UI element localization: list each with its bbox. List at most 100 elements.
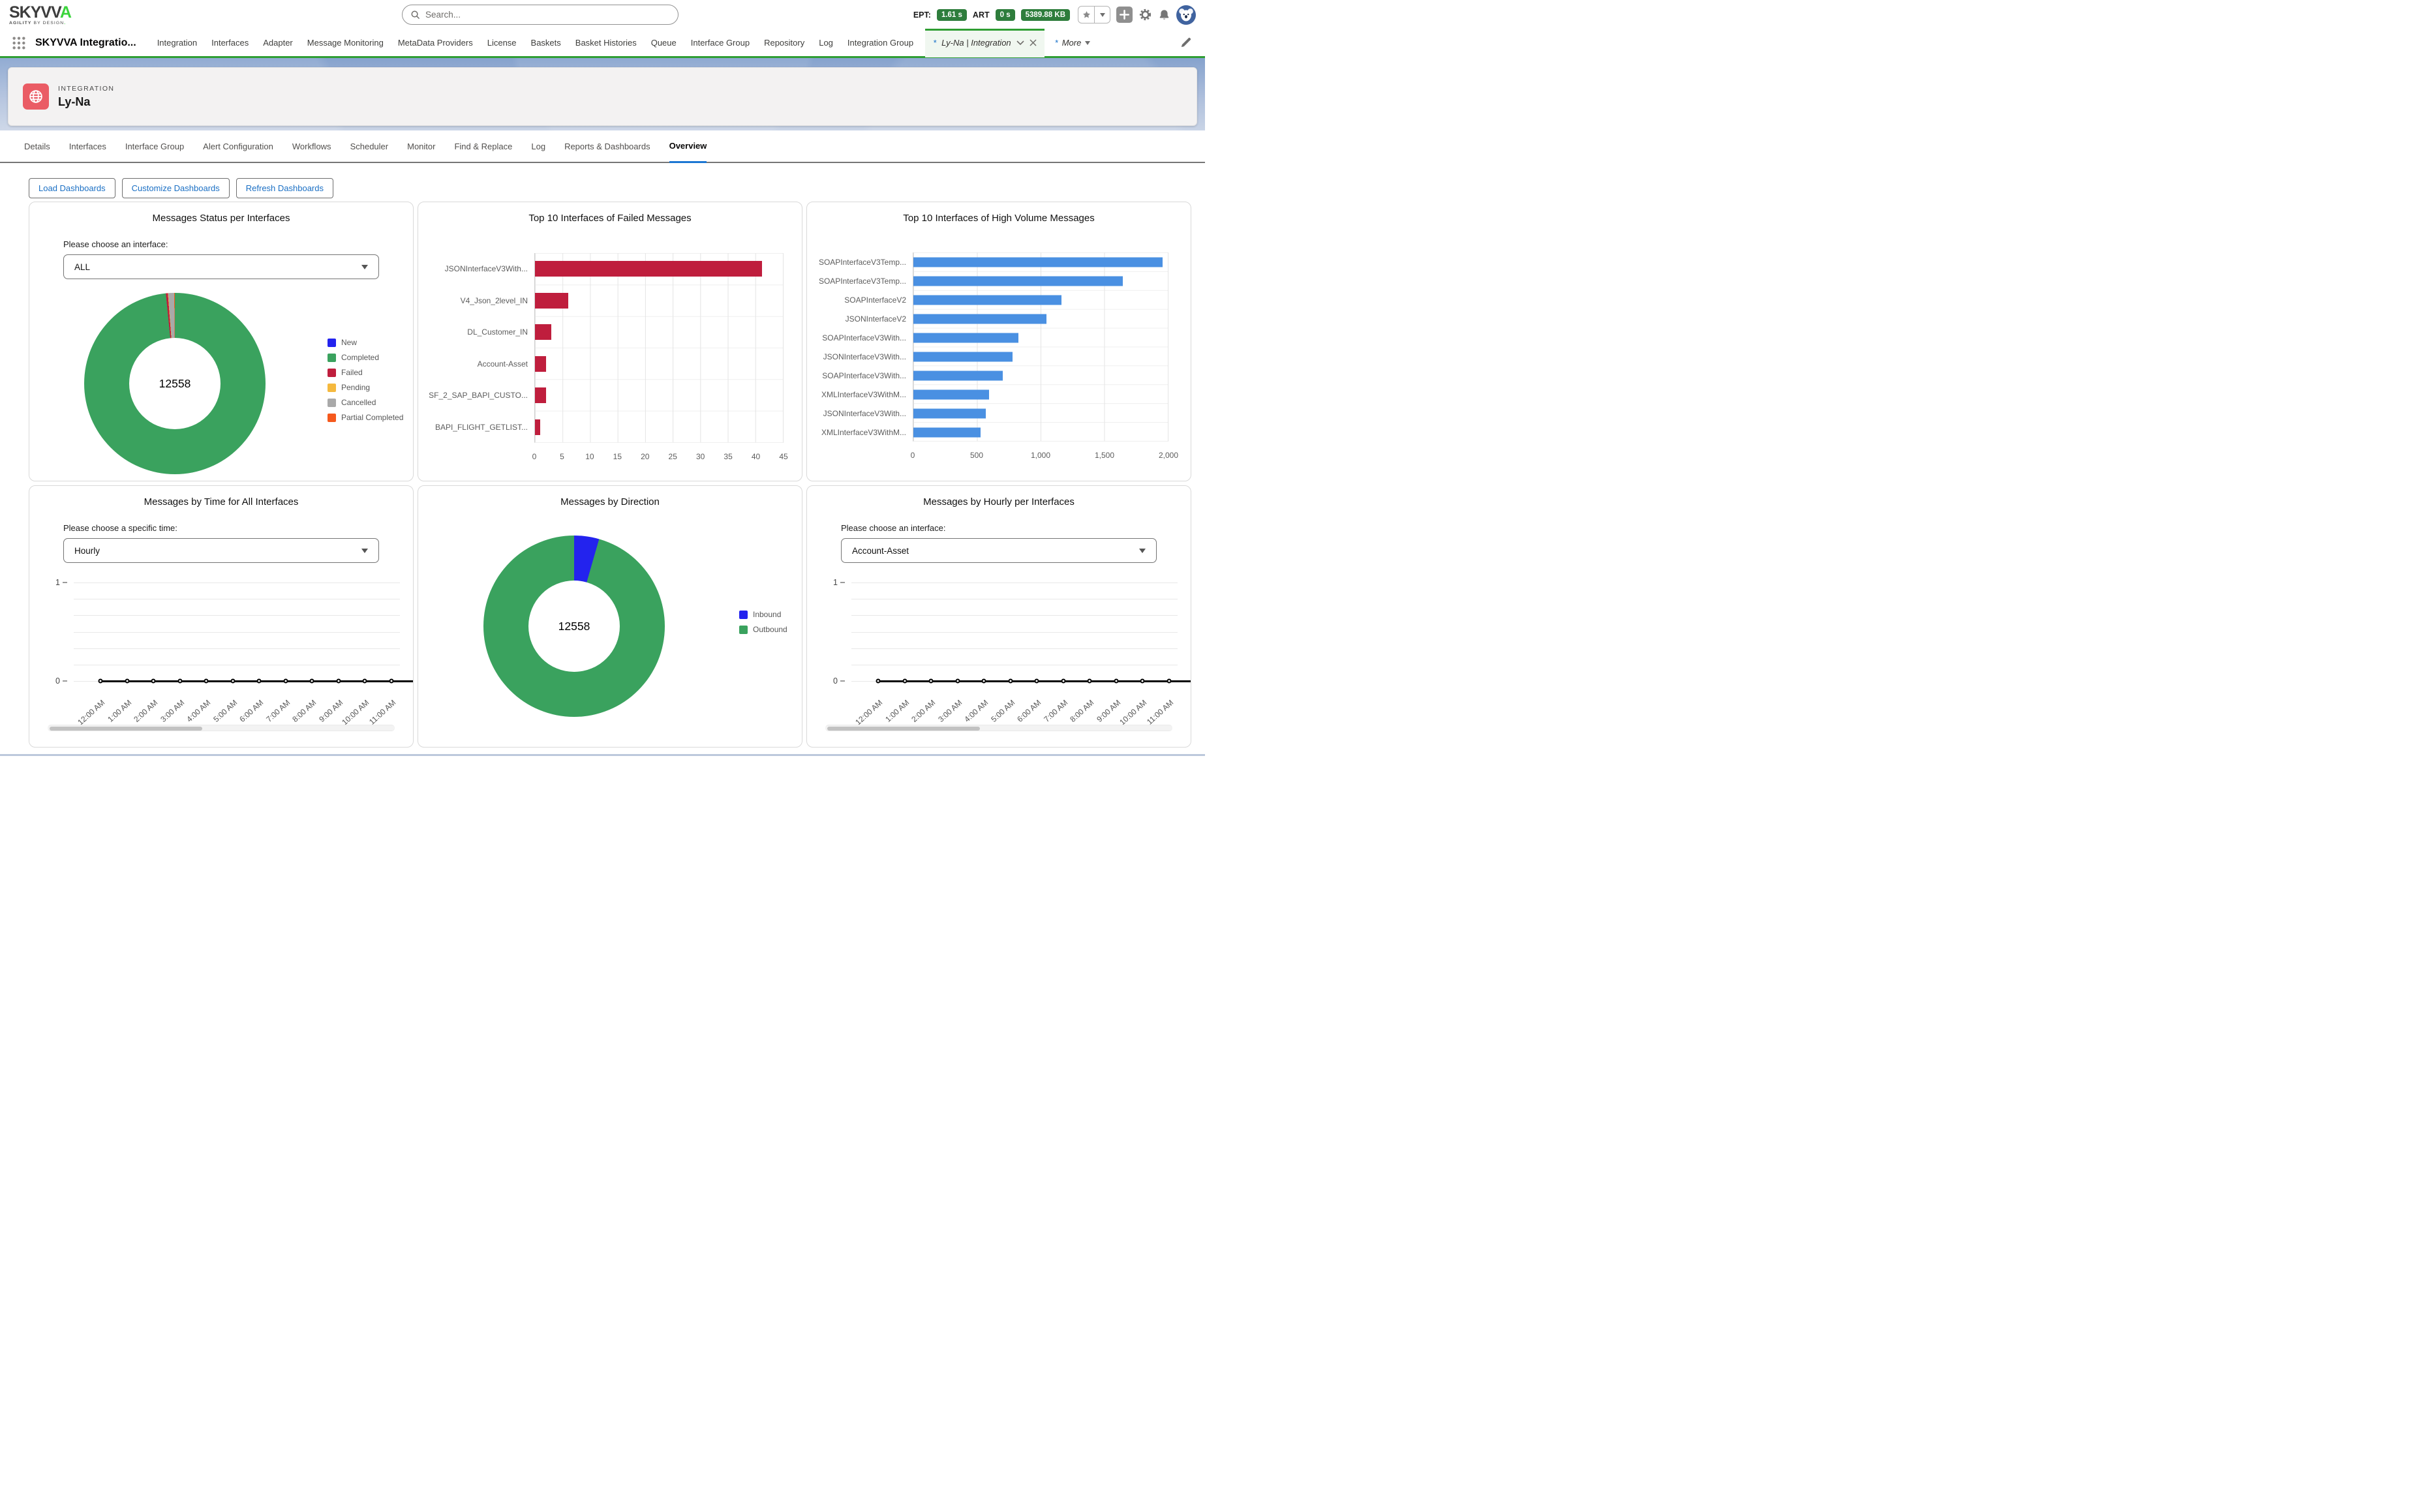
bar-category-label: BAPI_FLIGHT_GETLIST...	[423, 423, 534, 432]
subtab-alert-configuration[interactable]: Alert Configuration	[203, 130, 273, 162]
bar-category-label: XMLInterfaceV3WithM...	[812, 390, 913, 399]
subtab-overview[interactable]: Overview	[669, 130, 707, 163]
subtab-monitor[interactable]: Monitor	[407, 130, 435, 162]
subtab-log[interactable]: Log	[531, 130, 545, 162]
nav-tab-log[interactable]: Log	[819, 38, 833, 48]
bar-value	[913, 295, 1061, 305]
star-icon[interactable]	[1078, 7, 1094, 23]
legend-item-outbound: Outbound	[739, 625, 787, 634]
global-search[interactable]	[402, 5, 679, 25]
bar-row: BAPI_FLIGHT_GETLIST...	[423, 412, 784, 444]
panel-high-volume: Top 10 Interfaces of High Volume Message…	[806, 202, 1191, 481]
bar-value	[913, 314, 1046, 324]
avatar[interactable]	[1176, 5, 1196, 25]
nav-tab-message-monitoring[interactable]: Message Monitoring	[307, 38, 384, 48]
x-tick-label: 40	[752, 452, 760, 461]
nav-tab-active-ly-na[interactable]: * Ly-Na | Integration	[925, 29, 1045, 57]
nav-tab-baskets[interactable]: Baskets	[531, 38, 561, 48]
nav-tab-interfaces[interactable]: Interfaces	[211, 38, 249, 48]
bar-category-label: SOAPInterfaceV3With...	[812, 371, 913, 380]
legend-label: Partial Completed	[341, 413, 403, 422]
x-tick-label: 3:00 AM	[913, 698, 964, 745]
panel-messages-hourly: Messages by Hourly per Interfaces Please…	[806, 485, 1191, 748]
y-axis-label-max: 1	[833, 578, 845, 587]
bar-row: V4_Json_2level_IN	[423, 285, 784, 317]
bar-category-label: DL_Customer_IN	[423, 327, 534, 337]
x-tick-label: 0	[532, 452, 537, 461]
customize-dashboards-button[interactable]: Customize Dashboards	[122, 178, 230, 198]
favorites-caret[interactable]	[1094, 7, 1110, 23]
bar-row: XMLInterfaceV3WithM...	[812, 423, 1168, 442]
x-tick-label: 11:00 AM	[1124, 698, 1175, 745]
app-name[interactable]: SKYVVA Integratio...	[35, 37, 136, 49]
bar-value	[913, 352, 1013, 361]
nav-tab-integration-group[interactable]: Integration Group	[847, 38, 913, 48]
bar-value	[535, 419, 540, 435]
chart-horizontal-scrollbar[interactable]	[48, 725, 395, 731]
refresh-dashboards-button[interactable]: Refresh Dashboards	[236, 178, 333, 198]
nav-tab-metadata-providers[interactable]: MetaData Providers	[398, 38, 473, 48]
interface-select-value: ALL	[74, 262, 90, 272]
chart-horizontal-scrollbar[interactable]	[825, 725, 1172, 731]
favorites-control[interactable]	[1078, 6, 1110, 23]
bar-row: SOAPInterfaceV3With...	[812, 366, 1168, 385]
gear-icon[interactable]	[1138, 8, 1152, 22]
failed-bars-rows: JSONInterfaceV3With... V4_Json_2level_IN D…	[423, 253, 784, 443]
time-line-chart: 1012:00 AM1:00 AM2:00 AM3:00 AM4:00 AM5:…	[74, 582, 400, 681]
bar-value	[913, 408, 986, 418]
bar-value	[535, 387, 546, 403]
nav-tab-more[interactable]: * More	[1055, 38, 1091, 48]
interface-select[interactable]: ALL	[63, 254, 379, 279]
legend-swatch	[328, 384, 336, 392]
nav-tab-license[interactable]: License	[487, 38, 517, 48]
nav-tabs: Integration Interfaces Adapter Message Moni…	[157, 38, 913, 48]
x-tick-label: 25	[669, 452, 677, 461]
load-dashboards-button[interactable]: Load Dashboards	[29, 178, 115, 198]
waffle-icon[interactable]	[12, 36, 26, 50]
unsaved-indicator: *	[933, 38, 936, 48]
scrollbar-thumb[interactable]	[50, 727, 202, 731]
subtab-interfaces[interactable]: Interfaces	[69, 130, 106, 162]
bar-row: SOAPInterfaceV3Temp...	[812, 271, 1168, 290]
plus-icon[interactable]	[1116, 7, 1133, 23]
integration-record-tile	[23, 83, 49, 110]
x-tick-label: 3:00 AM	[135, 698, 186, 745]
nav-tab-queue[interactable]: Queue	[651, 38, 677, 48]
x-tick-label: 8:00 AM	[1045, 698, 1096, 745]
bar-row: JSONInterfaceV3With...	[423, 253, 784, 285]
hourly-line-chart: 1012:00 AM1:00 AM2:00 AM3:00 AM4:00 AM5:…	[851, 582, 1178, 681]
x-tick-label: 500	[970, 451, 983, 460]
x-tick-label: 1,500	[1095, 451, 1114, 460]
nav-tab-repository[interactable]: Repository	[764, 38, 804, 48]
legend-swatch	[328, 414, 336, 422]
caret-down-icon	[1085, 41, 1090, 45]
nav-tab-adapter[interactable]: Adapter	[263, 38, 293, 48]
pencil-icon[interactable]	[1180, 37, 1192, 49]
subtab-details[interactable]: Details	[24, 130, 50, 162]
x-tick-label: 35	[724, 452, 732, 461]
subtab-find-replace[interactable]: Find & Replace	[454, 130, 512, 162]
bar-track	[913, 328, 1168, 347]
panel-messages-by-time: Messages by Time for All Interfaces Plea…	[29, 485, 414, 748]
nav-tab-integration[interactable]: Integration	[157, 38, 197, 48]
bar-category-label: JSONInterfaceV3With...	[423, 264, 534, 273]
bar-category-label: SF_2_SAP_BAPI_CUSTO...	[423, 391, 534, 400]
bell-icon[interactable]	[1158, 8, 1170, 21]
subtab-scheduler[interactable]: Scheduler	[350, 130, 389, 162]
bar-track	[913, 271, 1168, 290]
scrollbar-thumb[interactable]	[827, 727, 980, 731]
subtab-interface-group[interactable]: Interface Group	[125, 130, 184, 162]
time-select[interactable]: Hourly	[63, 538, 379, 563]
search-input[interactable]	[425, 10, 670, 20]
subtab-workflows[interactable]: Workflows	[292, 130, 331, 162]
status-total: 12558	[84, 293, 266, 474]
chevron-down-icon[interactable]	[1016, 40, 1024, 46]
x-tick-label: 12:00 AM	[834, 698, 885, 745]
subtab-reports-dashboards[interactable]: Reports & Dashboards	[564, 130, 650, 162]
nav-tab-interface-group[interactable]: Interface Group	[691, 38, 750, 48]
hourly-interface-select[interactable]: Account-Asset	[841, 538, 1157, 563]
legend-swatch	[328, 339, 336, 347]
nav-tab-basket-histories[interactable]: Basket Histories	[575, 38, 637, 48]
close-icon[interactable]	[1030, 39, 1037, 46]
bar-track	[534, 380, 784, 412]
